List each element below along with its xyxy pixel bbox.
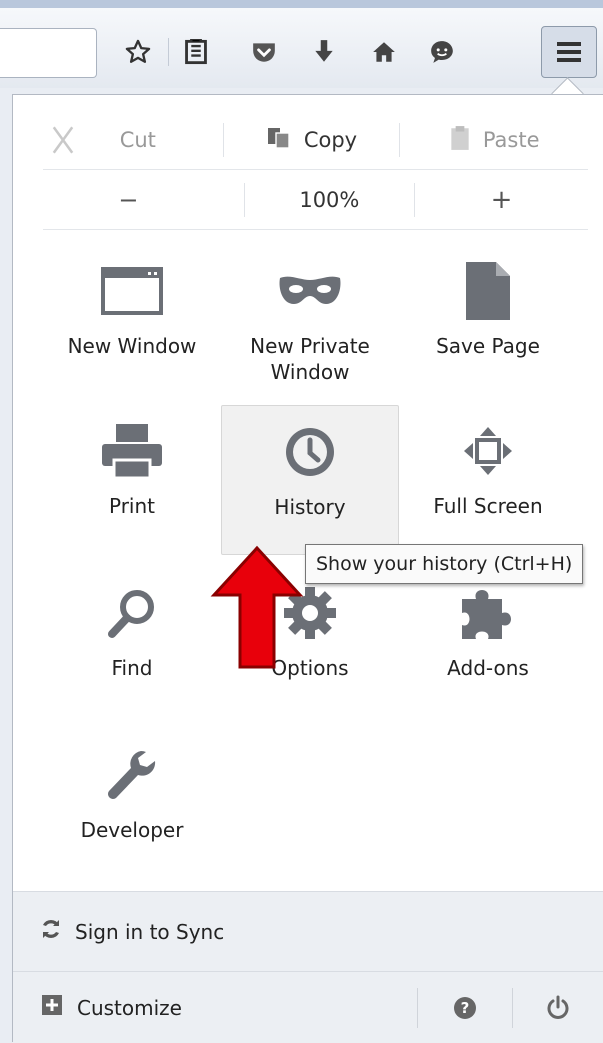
reading-list-icon[interactable] — [180, 36, 212, 68]
save-page-button[interactable]: Save Page — [399, 245, 577, 395]
full-screen-button[interactable]: Full Screen — [399, 405, 577, 555]
zoom-in-button[interactable]: + — [415, 171, 588, 229]
bookmark-star-icon[interactable] — [122, 36, 154, 68]
sign-in-sync-button[interactable]: Sign in to Sync — [13, 891, 603, 971]
clock-icon — [283, 420, 337, 484]
new-window-button[interactable]: New Window — [43, 245, 221, 395]
tile-label: Full Screen — [433, 494, 543, 518]
new-private-window-button[interactable]: New Private Window — [221, 245, 399, 395]
svg-text:?: ? — [461, 999, 470, 1017]
puzzle-icon — [458, 581, 518, 645]
hamburger-menu-icon[interactable] — [541, 26, 597, 78]
wrench-icon — [105, 743, 159, 807]
quit-icon[interactable] — [513, 972, 603, 1043]
plus-box-icon — [41, 994, 63, 1021]
tile-label: New Window — [67, 334, 197, 358]
copy-button[interactable]: Copy — [224, 111, 400, 169]
help-icon[interactable]: ? — [418, 972, 512, 1043]
zoom-reset-button[interactable]: 100% — [245, 171, 414, 229]
copy-icon — [266, 126, 292, 155]
tile-label: Developer — [80, 818, 184, 842]
customize-label: Customize — [77, 995, 182, 1020]
cut-label: Cut — [119, 128, 156, 152]
history-button[interactable]: History — [221, 405, 399, 555]
tile-label: Save Page — [436, 334, 540, 358]
chat-icon[interactable] — [426, 36, 458, 68]
zoom-out-button[interactable]: − — [13, 171, 244, 229]
tile-label: History — [274, 495, 346, 519]
edit-controls: Cut Copy Paste — [13, 111, 588, 169]
fullscreen-icon — [462, 419, 514, 483]
customize-button[interactable]: Customize — [13, 972, 417, 1043]
magnifier-icon — [107, 581, 157, 645]
annotation-arrow — [210, 545, 304, 669]
tile-label: New Private Window — [250, 334, 370, 384]
add-ons-button[interactable]: Add-ons — [399, 567, 577, 717]
developer-button[interactable]: Developer — [43, 729, 221, 879]
download-icon[interactable] — [308, 36, 340, 68]
clipboard-icon — [449, 125, 471, 156]
url-bar[interactable] — [0, 28, 97, 78]
zoom-level: 100% — [299, 188, 360, 212]
zoom-in-label: + — [490, 185, 513, 215]
sync-icon — [39, 917, 63, 946]
pocket-icon[interactable] — [248, 36, 280, 68]
print-button[interactable]: Print — [43, 405, 221, 555]
find-button[interactable]: Find — [43, 567, 221, 717]
mask-icon — [278, 259, 342, 323]
tile-label: Add-ons — [447, 656, 529, 680]
browser-toolbar — [0, 0, 603, 88]
cut-button[interactable]: Cut — [13, 111, 223, 169]
printer-icon — [100, 419, 164, 483]
window-icon — [100, 259, 164, 323]
paste-label: Paste — [482, 128, 540, 152]
zoom-out-label: − — [118, 186, 139, 214]
paste-button[interactable]: Paste — [400, 111, 588, 169]
scissors-icon — [49, 125, 77, 160]
page-icon — [464, 259, 512, 323]
tile-label: Find — [111, 656, 153, 680]
home-icon[interactable] — [368, 36, 400, 68]
sync-label: Sign in to Sync — [75, 919, 225, 944]
history-tooltip: Show your history (Ctrl+H) — [305, 544, 584, 584]
footer-bar: Customize ? — [13, 971, 603, 1043]
zoom-controls: − 100% + — [13, 171, 588, 229]
tile-label: Print — [108, 494, 155, 518]
copy-label: Copy — [303, 128, 358, 152]
